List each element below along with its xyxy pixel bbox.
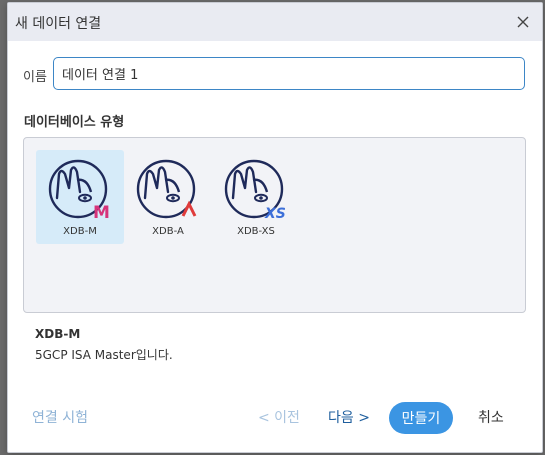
cancel-button[interactable]: 취소 bbox=[478, 407, 504, 427]
create-button[interactable]: 만들기 bbox=[389, 402, 453, 434]
selected-db-name: XDB-M bbox=[35, 327, 81, 341]
selected-db-description: 5GCP ISA Master입니다. bbox=[35, 348, 173, 362]
name-label: 이름 bbox=[23, 70, 47, 85]
db-type-label: XDB-XS bbox=[237, 226, 275, 237]
next-button[interactable]: 다음 > bbox=[328, 407, 370, 427]
dialog-titlebar: 새 데이터 연결 bbox=[8, 3, 542, 41]
database-type-label: 데이터베이스 유형 bbox=[24, 115, 125, 130]
close-icon[interactable] bbox=[514, 13, 532, 31]
xdb-m-logo-icon: M bbox=[48, 159, 110, 223]
name-input[interactable] bbox=[53, 57, 525, 90]
svg-text:M: M bbox=[93, 203, 110, 223]
xdb-a-logo-icon bbox=[136, 159, 197, 219]
db-type-label: XDB-A bbox=[152, 226, 184, 237]
db-type-xdb-a[interactable]: XDB-A bbox=[124, 150, 212, 244]
dialog-title: 새 데이터 연결 bbox=[15, 16, 102, 32]
xdb-xs-logo-icon: XS bbox=[224, 159, 286, 222]
test-connection-button[interactable]: 연결 시험 bbox=[32, 407, 88, 427]
svg-text:XS: XS bbox=[264, 206, 286, 222]
db-type-xdb-m[interactable]: M XDB-M bbox=[36, 150, 124, 244]
db-type-label: XDB-M bbox=[63, 226, 97, 237]
new-data-connection-dialog: 새 데이터 연결 이름 데이터베이스 유형 M XDB-M bbox=[7, 2, 543, 453]
database-type-panel: M XDB-M XDB-A XS XDB-XS bbox=[23, 137, 526, 313]
db-type-xdb-xs[interactable]: XS XDB-XS bbox=[212, 150, 300, 244]
previous-button[interactable]: < 이전 bbox=[258, 407, 300, 427]
